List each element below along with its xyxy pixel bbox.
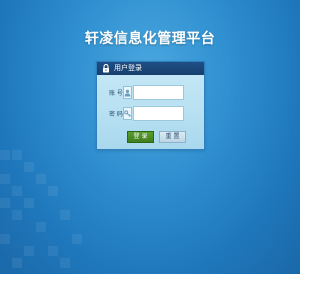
decorative-mosaic (0, 150, 90, 274)
user-icon (123, 86, 132, 99)
lock-icon (101, 64, 111, 74)
password-label: 密 码 (109, 111, 123, 118)
password-row: 密 码 (96, 106, 203, 121)
login-panel-title: 用户登录 (114, 64, 142, 72)
username-label: 账 号 (109, 90, 123, 97)
username-row: 账 号 (96, 85, 203, 100)
page-title: 轩凌信息化管理平台 (84, 31, 216, 47)
key-icon (123, 107, 132, 120)
username-input[interactable] (133, 85, 184, 100)
reset-button[interactable]: 重 置 (159, 131, 186, 143)
login-button[interactable]: 登 录 (127, 131, 154, 143)
password-input[interactable] (133, 106, 184, 121)
login-page-background: 轩凌信息化管理平台 用户登录 账 号 密 码 登 录 重 置 (0, 0, 300, 274)
login-panel-header: 用户登录 (97, 62, 204, 75)
